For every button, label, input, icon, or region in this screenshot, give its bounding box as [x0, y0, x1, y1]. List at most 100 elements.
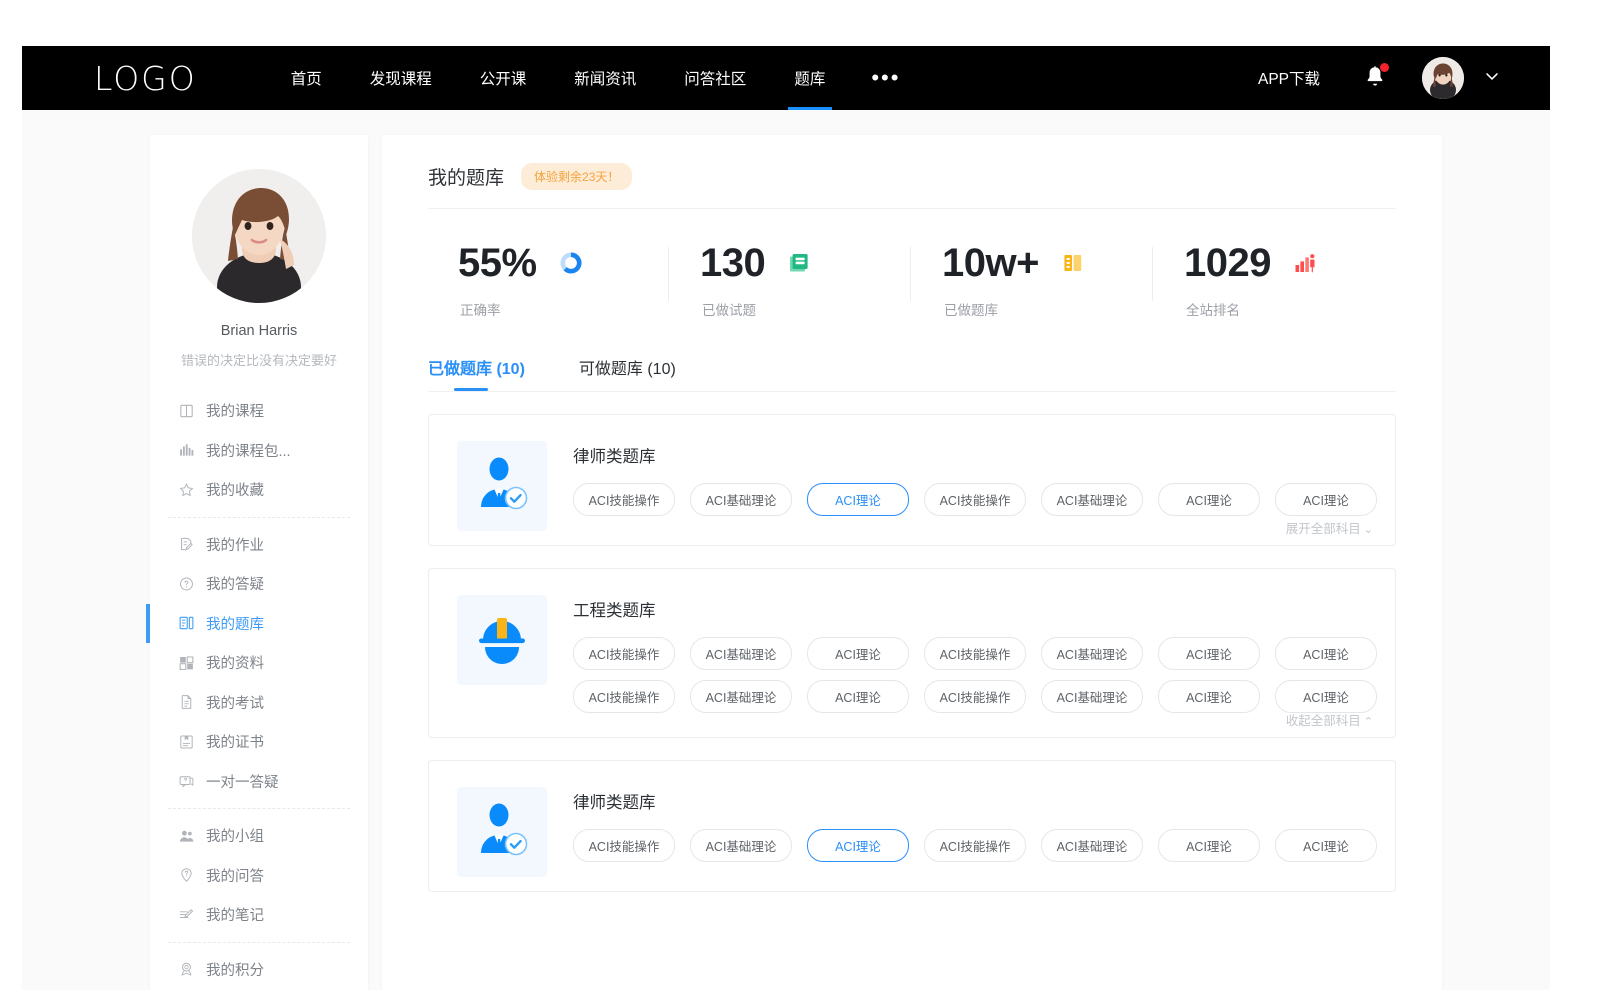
subject-tag[interactable]: ACI技能操作 — [573, 680, 675, 713]
subject-tag[interactable]: ACI技能操作 — [573, 637, 675, 670]
sidebar-item-14[interactable]: 我的笔记 — [150, 895, 368, 935]
files-icon — [178, 654, 195, 671]
tab-2[interactable]: 可做题库 (10) — [579, 355, 676, 391]
site-logo[interactable]: LOGO — [94, 59, 197, 98]
subject-tag[interactable]: ACI理论 — [1275, 680, 1377, 713]
subject-tag[interactable]: ACI理论 — [807, 483, 909, 516]
note-pen-icon — [178, 906, 195, 923]
sidebar-item-12[interactable]: 我的小组 — [150, 816, 368, 856]
subject-tag[interactable]: ACI理论 — [1275, 483, 1377, 516]
subject-tag[interactable]: ACI技能操作 — [924, 637, 1026, 670]
sidebar-item-label: 我的作业 — [206, 534, 264, 555]
subject-tag[interactable]: ACI基础理论 — [1041, 637, 1143, 670]
subject-tag[interactable]: ACI技能操作 — [924, 483, 1026, 516]
stat-value-row: 10w+ — [912, 243, 1085, 283]
chevron-down-icon — [1482, 66, 1502, 86]
nav-item-3[interactable]: 公开课 — [480, 46, 527, 110]
expand-subjects-link[interactable]: 展开全部科目⌄ — [1286, 518, 1373, 537]
bars-icon — [178, 442, 195, 459]
page-title: 我的题库 — [428, 163, 504, 190]
sidebar-item-label: 我的题库 — [206, 613, 264, 634]
subject-tag[interactable]: ACI基础理论 — [1041, 483, 1143, 516]
subject-tag[interactable]: ACI理论 — [807, 637, 909, 670]
stat-value-row: 1029 — [1154, 243, 1317, 283]
sidebar-item-5[interactable]: 我的答疑 — [150, 564, 368, 604]
hardhat-icon — [471, 607, 533, 674]
app-download-link[interactable]: APP下载 — [1258, 67, 1320, 89]
subject-tag[interactable]: ACI理论 — [807, 680, 909, 713]
expand-subjects-link[interactable]: 收起全部科目⌃ — [1286, 710, 1373, 729]
subject-tag[interactable]: ACI基础理论 — [690, 637, 792, 670]
tab-1[interactable]: 已做题库 (10) — [428, 355, 525, 391]
stat-value-row: 55% — [428, 243, 583, 283]
sidebar-item-16[interactable]: 我的积分 — [150, 950, 368, 990]
tabs-divider — [428, 391, 1396, 392]
subject-tag[interactable]: ACI理论 — [1158, 483, 1260, 516]
subject-tags: ACI技能操作 ACI基础理论 ACI理论 ACI技能操作 ACI基础理论 ACI理论 AC… — [573, 483, 1392, 516]
subject-tag[interactable]: ACI技能操作 — [924, 829, 1026, 862]
sidebar-item-13[interactable]: 我的问答 — [150, 856, 368, 896]
avatar[interactable] — [1422, 57, 1464, 99]
card-icon-box — [457, 441, 547, 531]
card-body: 律师类题库ACI技能操作ACI基础理论ACI理论ACI技能操作ACI基础理论AC… — [547, 441, 1392, 531]
stat-value: 10w+ — [942, 243, 1039, 283]
header-divider — [428, 208, 1396, 209]
sidebar-menu: 我的课程我的课程包... 我的收藏我的作业我的答疑我的题库我的资料我的考试我的证书… — [150, 391, 368, 989]
subject-tag[interactable]: ACI基础理论 — [1041, 680, 1143, 713]
subject-tags: ACI技能操作 ACI基础理论 ACI理论 ACI技能操作 ACI基础理论 ACI理论 AC… — [573, 637, 1392, 713]
question-bank-card-list: 律师类题库ACI技能操作ACI基础理论ACI理论ACI技能操作ACI基础理论AC… — [428, 414, 1396, 892]
subject-tag[interactable]: ACI技能操作 — [924, 680, 1026, 713]
sidebar-item-2[interactable]: 我的收藏 — [150, 470, 368, 510]
question-circle-icon — [178, 575, 195, 592]
subject-tag[interactable]: ACI理论 — [1275, 829, 1377, 862]
subject-tag[interactable]: ACI基础理论 — [690, 829, 792, 862]
nav-item-4[interactable]: 新闻资讯 — [574, 46, 636, 110]
nav-item-2[interactable]: 发现课程 — [370, 46, 432, 110]
subject-tag[interactable]: ACI基础理论 — [690, 483, 792, 516]
sidebar-item-10[interactable]: 一对一答疑 — [150, 762, 368, 802]
subject-tag[interactable]: ACI理论 — [1158, 680, 1260, 713]
subject-tag[interactable]: ACI技能操作 — [573, 483, 675, 516]
points-icon — [178, 961, 195, 978]
subject-tag[interactable]: ACI理论 — [1275, 637, 1377, 670]
subject-tag[interactable]: ACI理论 — [1158, 637, 1260, 670]
nav-more-button[interactable]: ••• — [871, 46, 900, 110]
sidebar-item-7[interactable]: 我的资料 — [150, 643, 368, 683]
expand-subjects-label: 收起全部科目 — [1286, 714, 1361, 728]
stat-label: 全站排名 — [1154, 299, 1240, 319]
subject-tag-row: ACI技能操作 ACI基础理论 ACI理论 ACI技能操作 ACI基础理论 ACI理论 AC… — [573, 829, 1392, 862]
yellow-book-icon — [1061, 251, 1085, 275]
subject-tag[interactable]: ACI基础理论 — [1041, 829, 1143, 862]
sidebar-item-label: 我的答疑 — [206, 573, 264, 594]
sidebar-item-8[interactable]: 我的考试 — [150, 683, 368, 723]
sidebar-item-0[interactable]: 我的课程 — [150, 391, 368, 431]
nav-item-5[interactable]: 问答社区 — [684, 46, 746, 110]
sidebar-item-4[interactable]: 我的作业 — [150, 525, 368, 565]
notification-bell-button[interactable] — [1362, 64, 1388, 92]
nav-item-6[interactable]: 题库 — [794, 46, 825, 110]
subject-tag[interactable]: ACI技能操作 — [573, 829, 675, 862]
donut-chart-icon — [559, 251, 583, 275]
card-title: 工程类题库 — [573, 597, 1392, 621]
sidebar-item-label: 我的笔记 — [206, 904, 264, 925]
question-bank-icon — [178, 615, 195, 632]
stat-label: 已做试题 — [670, 299, 756, 319]
subject-tag[interactable]: ACI理论 — [807, 829, 909, 862]
profile-avatar[interactable] — [192, 169, 326, 303]
sidebar-item-9[interactable]: 我的证书 — [150, 722, 368, 762]
green-paper-icon — [787, 251, 811, 275]
nav-item-1[interactable]: 首页 — [291, 46, 322, 110]
subject-tag-row: ACI技能操作 ACI基础理论 ACI理论 ACI技能操作 ACI基础理论 ACI理论 AC… — [573, 637, 1392, 670]
sidebar-item-label: 我的收藏 — [206, 479, 264, 500]
expand-subjects-label: 展开全部科目 — [1286, 522, 1361, 536]
question-bank-card: 工程类题库ACI技能操作ACI基础理论ACI理论ACI技能操作ACI基础理论AC… — [428, 568, 1396, 738]
sidebar-item-6[interactable]: 我的题库 — [150, 604, 368, 644]
subject-tag[interactable]: ACI基础理论 — [690, 680, 792, 713]
avatar-image — [1422, 57, 1464, 99]
stat-card-4: 1029 全站排名 — [1154, 233, 1396, 325]
subject-tag[interactable]: ACI理论 — [1158, 829, 1260, 862]
profile-name: Brian Harris — [150, 323, 368, 339]
account-dropdown-button[interactable] — [1482, 66, 1502, 91]
sidebar-item-1[interactable]: 我的课程包... — [150, 431, 368, 471]
lawyer-badge-icon — [471, 799, 533, 866]
